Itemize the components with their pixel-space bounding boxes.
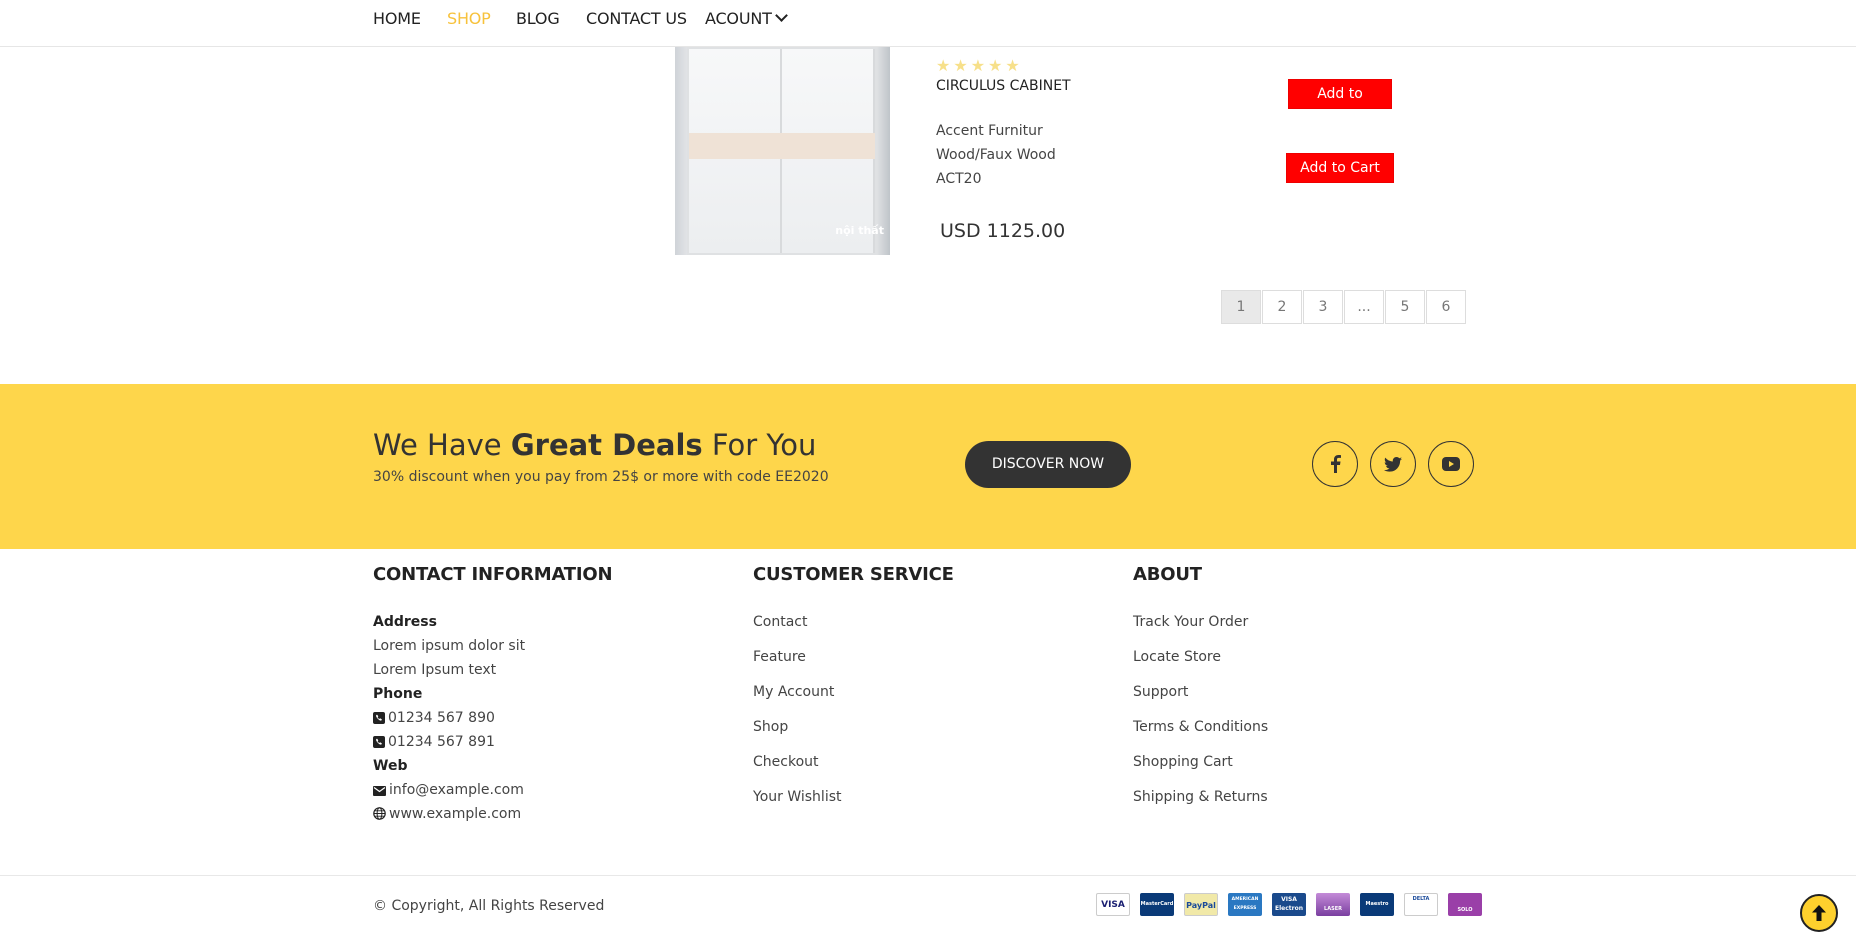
footer-link-contact[interactable]: Contact: [753, 614, 807, 630]
nav-contact-us[interactable]: CONTACT US: [586, 9, 687, 28]
star-icon: ★: [988, 56, 1006, 75]
footer-link-feature[interactable]: Feature: [753, 649, 806, 665]
deals-title: We Have Great Deals For You: [373, 428, 817, 462]
twitter-icon: [1384, 456, 1402, 472]
page-5[interactable]: 5: [1385, 290, 1425, 324]
nav-home[interactable]: HOME: [373, 9, 421, 28]
phone-icon: [373, 712, 385, 724]
page-3[interactable]: 3: [1303, 290, 1343, 324]
scroll-to-top-button[interactable]: [1800, 894, 1838, 932]
envelope-icon: [373, 786, 386, 796]
star-icon: ★: [970, 56, 989, 75]
add-to-wishlist-button[interactable]: Add to Wishlist: [1288, 79, 1392, 130]
deals-banner: [0, 384, 1856, 549]
image-watermark: nội thất: [835, 224, 884, 237]
footer-link-terms[interactable]: Terms & Conditions: [1133, 719, 1268, 735]
deals-subtitle: 30% discount when you pay from 25$ or mo…: [373, 469, 829, 485]
footer-link-locate-store[interactable]: Locate Store: [1133, 649, 1221, 665]
star-icon: ★: [953, 56, 971, 75]
footer-divider: [0, 875, 1856, 876]
web-label: Web: [373, 758, 408, 774]
nav-shop[interactable]: SHOP: [447, 9, 491, 28]
amex-card-icon: AMERICAN EXPRESS: [1228, 893, 1262, 916]
top-navigation: HOME SHOP BLOG CONTACT US ACOUNT: [0, 0, 1856, 47]
solo-card-icon: SOLO: [1448, 893, 1482, 916]
rating-stars: ★★★★★: [936, 56, 1023, 75]
email-link[interactable]: info@example.com: [373, 782, 524, 798]
visa-card-icon: VISA: [1096, 893, 1130, 916]
footer-link-shipping-returns[interactable]: Shipping & Returns: [1133, 789, 1268, 805]
footer-link-your-wishlist[interactable]: Your Wishlist: [753, 789, 842, 805]
footer-link-my-account[interactable]: My Account: [753, 684, 834, 700]
arrow-up-icon: [1812, 905, 1826, 921]
address-label: Address: [373, 614, 437, 630]
nav-account[interactable]: ACOUNT: [705, 9, 788, 28]
website-link[interactable]: www.example.com: [373, 806, 521, 822]
footer-link-track-order[interactable]: Track Your Order: [1133, 614, 1248, 630]
visa-electron-card-icon: VISA Electron: [1272, 893, 1306, 916]
footer-link-support[interactable]: Support: [1133, 684, 1188, 700]
about-heading: ABOUT: [1133, 564, 1202, 585]
page-6[interactable]: 6: [1426, 290, 1466, 324]
delta-card-icon: DELTA: [1404, 893, 1438, 916]
paypal-card-icon: PayPal: [1184, 893, 1218, 916]
contact-information-heading: CONTACT INFORMATION: [373, 564, 613, 585]
youtube-icon: [1442, 457, 1460, 471]
description-line: Wood/Faux Wood: [936, 147, 1056, 163]
laser-card-icon: LASER: [1316, 893, 1350, 916]
footer-link-shop[interactable]: Shop: [753, 719, 788, 735]
customer-service-heading: CUSTOMER SERVICE: [753, 564, 954, 585]
chevron-down-icon: [774, 9, 788, 22]
phone-label: Phone: [373, 686, 423, 702]
phone-icon: [373, 736, 385, 748]
address-line: Lorem Ipsum text: [373, 662, 497, 678]
page-2[interactable]: 2: [1262, 290, 1302, 324]
nav-account-label: ACOUNT: [705, 9, 772, 28]
description-line: ACT20: [936, 171, 982, 187]
phone-number[interactable]: 01234 567 890: [373, 710, 495, 726]
product-description: Accent Furnitur Wood/Faux Wood ACT20: [936, 119, 1056, 191]
copyright-text: © Copyright, All Rights Reserved: [373, 898, 605, 914]
address-line: Lorem ipsum dolor sit: [373, 638, 526, 654]
facebook-icon: [1331, 455, 1341, 473]
facebook-button[interactable]: [1312, 441, 1358, 487]
product-image[interactable]: nội thất: [675, 47, 890, 255]
product-price: USD 1125.00: [940, 220, 1066, 242]
discover-now-button[interactable]: DISCOVER NOW: [965, 441, 1131, 488]
youtube-button[interactable]: [1428, 441, 1474, 487]
maestro-card-icon: Maestro: [1360, 893, 1394, 916]
mastercard-icon: MasterCard: [1140, 893, 1174, 916]
footer-link-shopping-cart[interactable]: Shopping Cart: [1133, 754, 1233, 770]
product-name[interactable]: CIRCULUS CABINET: [936, 78, 1071, 94]
add-to-cart-button[interactable]: Add to Cart: [1286, 153, 1394, 183]
star-icon: ★: [936, 56, 954, 75]
footer-link-checkout[interactable]: Checkout: [753, 754, 819, 770]
twitter-button[interactable]: [1370, 441, 1416, 487]
page-1[interactable]: 1: [1221, 290, 1261, 324]
nav-blog[interactable]: BLOG: [516, 9, 560, 28]
phone-number[interactable]: 01234 567 891: [373, 734, 495, 750]
page-ellipsis: ...: [1344, 290, 1384, 324]
star-icon: ★: [1005, 56, 1023, 75]
description-line: Accent Furnitur: [936, 123, 1043, 139]
globe-icon: [373, 807, 386, 820]
